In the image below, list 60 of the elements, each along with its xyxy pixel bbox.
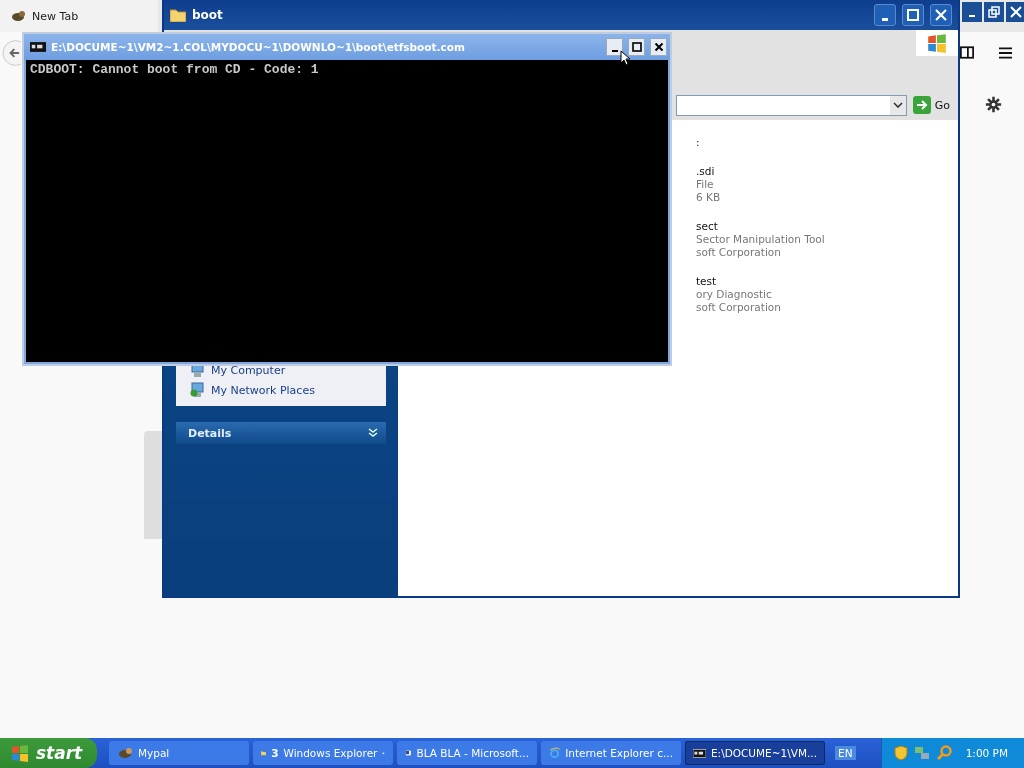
- sidebar-icon[interactable]: [960, 46, 974, 59]
- place-link[interactable]: My Network Places: [190, 382, 374, 398]
- address-field[interactable]: [676, 94, 907, 116]
- file-name[interactable]: .sdi: [696, 165, 825, 178]
- close-icon: [1010, 6, 1022, 18]
- maximize-button[interactable]: [628, 38, 645, 56]
- chevron-icon: [368, 428, 378, 438]
- minimize-button[interactable]: [962, 2, 982, 22]
- dropdown-icon[interactable]: [892, 102, 903, 108]
- file-info: ory Diagnostic: [696, 288, 773, 301]
- file-name[interactable]: :: [696, 136, 825, 149]
- file-info: soft Corporation: [696, 301, 782, 314]
- globe-icon: [549, 745, 561, 761]
- animal-icon: [10, 8, 26, 24]
- close-button[interactable]: [650, 38, 667, 56]
- file-info: soft Corporation: [696, 246, 782, 259]
- minimize-button[interactable]: [874, 4, 896, 26]
- details-header[interactable]: Details: [176, 422, 386, 444]
- window-title: boot: [192, 8, 224, 22]
- file-name[interactable]: sect: [696, 220, 825, 233]
- clock: 1:00 PM: [965, 747, 1008, 759]
- console-icon: [693, 747, 706, 759]
- taskbar-button[interactable]: Internet Explorer c...: [541, 741, 681, 765]
- console-icon: [30, 42, 46, 52]
- maximize-icon: [907, 9, 919, 21]
- windows-logo-icon: [10, 743, 30, 763]
- taskbar-button[interactable]: Mypal: [109, 741, 249, 765]
- minimize-icon: [969, 15, 975, 17]
- close-button[interactable]: [930, 4, 952, 26]
- close-icon: [653, 42, 664, 52]
- maximize-button[interactable]: [902, 4, 924, 26]
- file-info: File: [696, 178, 715, 191]
- restore-button[interactable]: [984, 2, 1004, 22]
- file-info: 6 KB: [696, 191, 722, 204]
- animal-icon: [117, 745, 133, 761]
- file-name[interactable]: test: [696, 275, 825, 288]
- window-title: E:\DOCUME~1\VM2~1.COL\MYDOCU~1\DOWNLO~1\boot\etfsboot.com: [51, 41, 466, 53]
- start-button[interactable]: start: [0, 738, 97, 768]
- taskbar-button[interactable]: E:\DOCUME~1\VM...: [685, 741, 825, 765]
- minimize-icon: [611, 50, 618, 52]
- shield-icon[interactable]: [893, 745, 908, 761]
- browser-tab[interactable]: New Tab: [0, 0, 158, 32]
- maximize-icon: [631, 42, 642, 52]
- file-info: Sector Manipulation Tool: [696, 233, 825, 246]
- settings-icon[interactable]: [985, 96, 1002, 113]
- language-indicator[interactable]: EN: [835, 746, 856, 760]
- close-button[interactable]: [1006, 2, 1024, 22]
- taskbar-button[interactable]: 3 Windows Explorer: [253, 741, 393, 765]
- taskbar-button[interactable]: BLA BLA - Microsoft...: [397, 741, 537, 765]
- go-button[interactable]: Go: [912, 96, 950, 114]
- minimize-button[interactable]: [606, 38, 623, 56]
- close-icon: [935, 9, 947, 21]
- menu-icon[interactable]: [999, 47, 1012, 59]
- windows-logo-icon: [916, 30, 958, 56]
- back-button[interactable]: [2, 39, 21, 67]
- console-text: CDBOOT: Cannot boot from CD - Code: 1: [30, 62, 319, 77]
- minimize-icon: [882, 17, 888, 21]
- folder-icon: [170, 8, 186, 22]
- computer-icon: [190, 382, 206, 398]
- restore-icon: [988, 6, 1000, 18]
